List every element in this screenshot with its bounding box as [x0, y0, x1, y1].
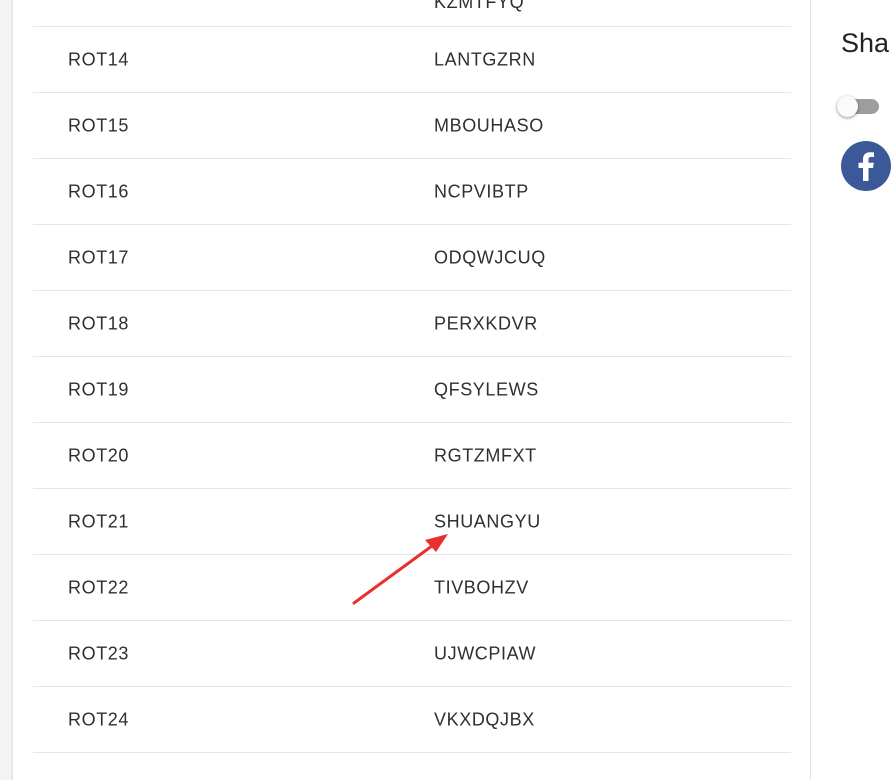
rot-key-cell: ROT15	[68, 115, 130, 135]
table-row: KZMTFYQ	[33, 0, 791, 27]
rot-results-card: KZMTFYQ ROT14 LANTGZRN ROT15 MBOUHASO RO…	[13, 0, 810, 780]
rot-value-cell: SHUANGYU	[434, 511, 541, 531]
table-row: ROT23 UJWCPIAW	[33, 621, 791, 687]
table-row: ROT17 ODQWJCUQ	[33, 225, 791, 291]
table-row: ROT22 TIVBOHZV	[33, 555, 791, 621]
table-row: ROT21 SHUANGYU	[33, 489, 791, 555]
rot-key-cell: ROT18	[68, 313, 130, 333]
share-toggle[interactable]	[837, 96, 881, 118]
share-title: Sha	[841, 28, 890, 58]
toggle-knob	[837, 96, 858, 117]
table-row: ROT15 MBOUHASO	[33, 93, 791, 159]
rot-key-cell: ROT14	[68, 49, 130, 69]
rot-key-cell: ROT19	[68, 379, 130, 399]
rot-key-cell: ROT16	[68, 181, 130, 201]
rot-key-cell: ROT17	[68, 247, 130, 267]
rot-value-cell: RGTZMFXT	[434, 445, 537, 465]
rot-value-cell: VKXDQJBX	[434, 709, 535, 729]
rot-key-cell: ROT23	[68, 643, 130, 663]
table-row: ROT16 NCPVIBTP	[33, 159, 791, 225]
rot-key-cell: ROT20	[68, 445, 130, 465]
table-row: ROT19 QFSYLEWS	[33, 357, 791, 423]
rot-value-cell: KZMTFYQ	[434, 0, 525, 12]
page: KZMTFYQ ROT14 LANTGZRN ROT15 MBOUHASO RO…	[0, 0, 892, 780]
share-sidebar: Sha	[811, 0, 892, 780]
rot-value-cell: QFSYLEWS	[434, 379, 539, 399]
table-row: ROT20 RGTZMFXT	[33, 423, 791, 489]
rot-key-cell: ROT22	[68, 577, 130, 597]
rot-key-cell: ROT24	[68, 709, 130, 729]
rot-value-cell: LANTGZRN	[434, 49, 536, 69]
table-row: ROT14 LANTGZRN	[33, 27, 791, 93]
rot-value-cell: NCPVIBTP	[434, 181, 529, 201]
rot-value-cell: MBOUHASO	[434, 115, 544, 135]
rot-value-cell: PERXKDVR	[434, 313, 538, 333]
facebook-icon	[858, 152, 874, 181]
rot-key-cell: ROT21	[68, 511, 130, 531]
rot-value-cell: ODQWJCUQ	[434, 247, 546, 267]
table-row: ROT18 PERXKDVR	[33, 291, 791, 357]
facebook-share-button[interactable]	[841, 141, 891, 191]
rot-value-cell: TIVBOHZV	[434, 577, 529, 597]
rot-value-cell: UJWCPIAW	[434, 643, 537, 663]
rot-results-table: KZMTFYQ ROT14 LANTGZRN ROT15 MBOUHASO RO…	[33, 0, 791, 753]
table-row: ROT24 VKXDQJBX	[33, 687, 791, 753]
